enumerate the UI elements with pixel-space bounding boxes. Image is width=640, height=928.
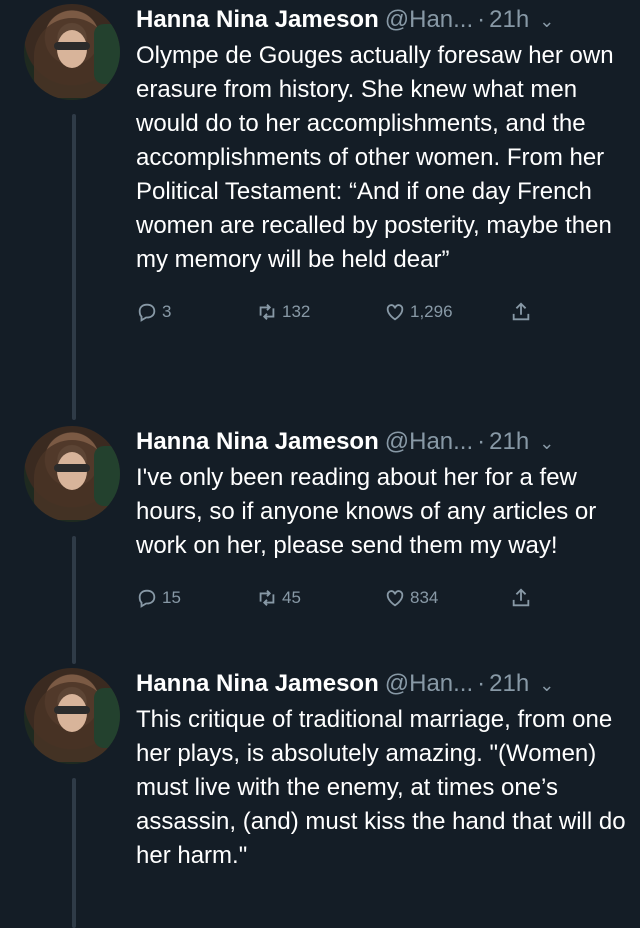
tweet-content: Hanna Nina Jameson @Han... · 21h ⌄ I've …	[136, 426, 628, 611]
tweet-actions: 15 45 834	[136, 585, 628, 611]
author-name[interactable]: Hanna Nina Jameson	[136, 426, 379, 458]
avatar-column	[24, 668, 122, 764]
thread-line	[72, 778, 76, 928]
chevron-down-icon[interactable]: ⌄	[539, 427, 554, 459]
tweet-text: This critique of traditional marriage, f…	[136, 706, 626, 869]
retweet-icon	[259, 590, 275, 606]
heart-icon	[386, 304, 404, 321]
author-handle[interactable]: @Han...	[385, 4, 473, 36]
avatar-column	[24, 426, 122, 522]
thread-line	[72, 536, 76, 664]
avatar[interactable]	[24, 4, 120, 100]
reply-count: 3	[162, 302, 172, 321]
like-button[interactable]: 834	[384, 587, 510, 609]
timestamp[interactable]: 21h	[489, 4, 529, 36]
like-button[interactable]: 1,296	[384, 301, 510, 323]
reply-count: 15	[162, 588, 181, 607]
reply-icon	[138, 303, 156, 322]
heart-icon	[386, 590, 404, 607]
avatar[interactable]	[24, 426, 120, 522]
tweet-content: Hanna Nina Jameson @Han... · 21h ⌄ This …	[136, 668, 628, 873]
timestamp[interactable]: 21h	[489, 668, 529, 700]
tweet-thread: Hanna Nina Jameson @Han... · 21h ⌄ Olymp…	[0, 0, 640, 928]
share-icon	[512, 302, 530, 321]
tweet-header: Hanna Nina Jameson @Han... · 21h ⌄	[136, 668, 628, 701]
avatar-column	[24, 4, 122, 100]
tweet-text: I've only been reading about her for a f…	[136, 464, 597, 559]
like-count: 834	[410, 588, 439, 607]
retweet-button[interactable]: 132	[256, 301, 384, 323]
author-handle[interactable]: @Han...	[385, 668, 473, 700]
retweet-count: 132	[282, 302, 311, 321]
share-button[interactable]	[510, 587, 536, 609]
tweet-text: Olympe de Gouges actually foresaw her ow…	[136, 42, 614, 273]
avatar[interactable]	[24, 668, 120, 764]
reply-icon	[138, 589, 156, 608]
separator-dot: ·	[477, 428, 486, 455]
like-count: 1,296	[410, 302, 453, 321]
separator-dot: ·	[477, 670, 486, 697]
separator-dot: ·	[477, 6, 486, 33]
retweet-button[interactable]: 45	[256, 587, 384, 609]
author-name[interactable]: Hanna Nina Jameson	[136, 668, 379, 700]
tweet-header: Hanna Nina Jameson @Han... · 21h ⌄	[136, 426, 628, 459]
retweet-icon	[259, 304, 275, 320]
tweet-header: Hanna Nina Jameson @Han... · 21h ⌄	[136, 4, 628, 37]
thread-line	[72, 114, 76, 420]
share-button[interactable]	[510, 301, 536, 323]
share-icon	[512, 588, 530, 607]
retweet-count: 45	[282, 588, 301, 607]
reply-button[interactable]: 3	[136, 301, 256, 323]
tweet-content: Hanna Nina Jameson @Han... · 21h ⌄ Olymp…	[136, 4, 628, 325]
author-handle[interactable]: @Han...	[385, 426, 473, 458]
chevron-down-icon[interactable]: ⌄	[539, 5, 554, 37]
chevron-down-icon[interactable]: ⌄	[539, 669, 554, 701]
timestamp[interactable]: 21h	[489, 426, 529, 458]
author-name[interactable]: Hanna Nina Jameson	[136, 4, 379, 36]
tweet-actions: 3 132 1,296	[136, 299, 628, 325]
reply-button[interactable]: 15	[136, 587, 256, 609]
